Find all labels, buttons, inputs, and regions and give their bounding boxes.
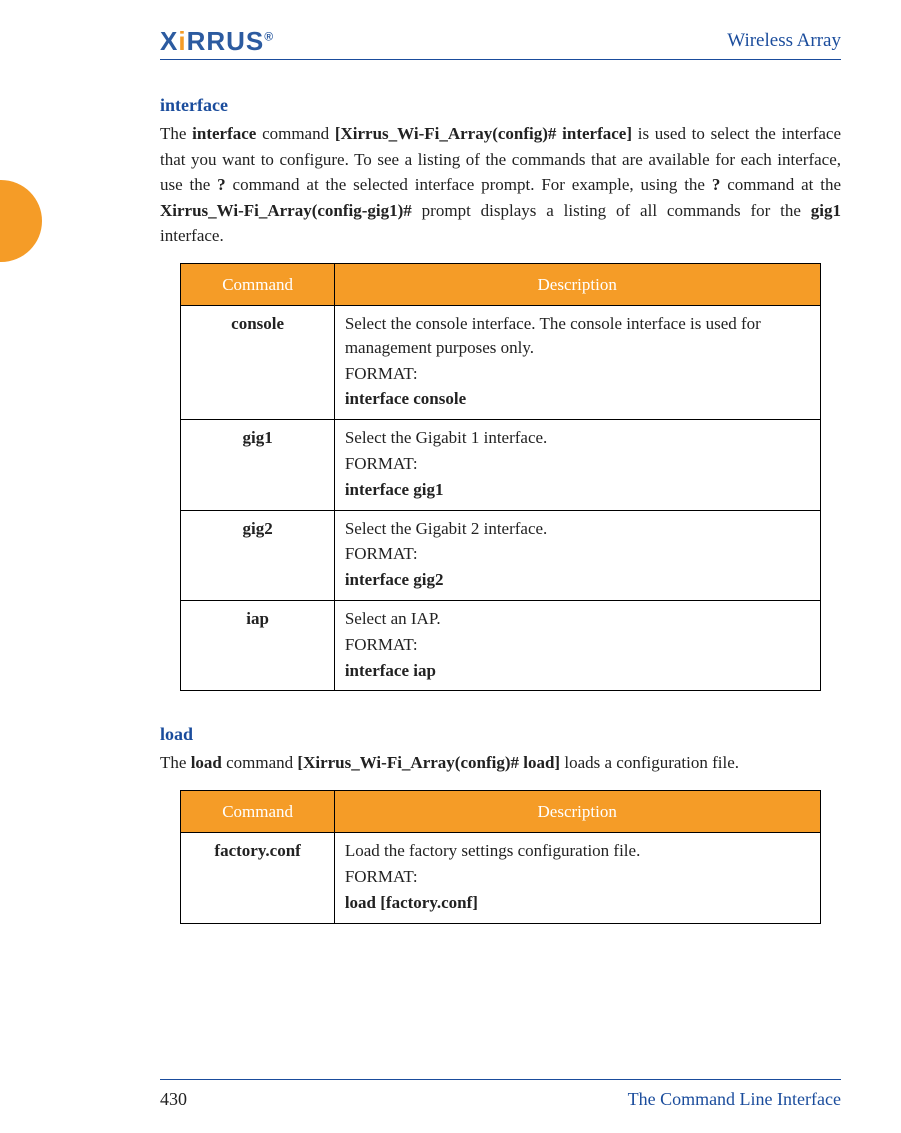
logo-text: XiRRUS®	[160, 22, 274, 61]
interface-paragraph: The interface command [Xirrus_Wi-Fi_Arra…	[160, 121, 841, 249]
logo-dot-icon: i	[178, 26, 186, 56]
logo-pre: X	[160, 26, 178, 56]
logo-post: RRUS	[187, 26, 265, 56]
desc-cell: Select an IAP.FORMAT:interface iap	[334, 600, 820, 690]
table-row: gig1Select the Gigabit 1 interface.FORMA…	[181, 420, 820, 510]
cmd-cell: factory.conf	[181, 833, 334, 923]
desc-cell: Select the console interface. The consol…	[334, 306, 820, 420]
table-row: consoleSelect the console interface. The…	[181, 306, 820, 420]
table-row: iapSelect an IAP.FORMAT:interface iap	[181, 600, 820, 690]
section-heading-interface: interface	[160, 92, 841, 119]
cmd-cell: iap	[181, 600, 334, 690]
cmd-cell: gig2	[181, 510, 334, 600]
desc-cell: Select the Gigabit 1 interface.FORMAT:in…	[334, 420, 820, 510]
interface-table: Command Description consoleSelect the co…	[180, 263, 820, 692]
col-command: Command	[181, 790, 334, 833]
cmd-cell: gig1	[181, 420, 334, 510]
doc-title: Wireless Array	[727, 27, 841, 56]
table-row: factory.confLoad the factory settings co…	[181, 833, 820, 923]
logo-reg: ®	[264, 29, 274, 43]
table-row: gig2Select the Gigabit 2 interface.FORMA…	[181, 510, 820, 600]
col-command: Command	[181, 263, 334, 306]
section-tab	[0, 180, 42, 262]
section-heading-load: load	[160, 721, 841, 748]
brand-logo: XiRRUS®	[160, 25, 274, 57]
page-footer: 430 The Command Line Interface	[160, 1079, 841, 1113]
col-description: Description	[334, 790, 820, 833]
cmd-cell: console	[181, 306, 334, 420]
page-number: 430	[160, 1086, 187, 1113]
page-content: interface The interface command [Xirrus_…	[160, 78, 841, 1079]
page-header: XiRRUS® Wireless Array	[160, 25, 841, 60]
chapter-title: The Command Line Interface	[628, 1086, 841, 1113]
load-paragraph: The load command [Xirrus_Wi-Fi_Array(con…	[160, 750, 841, 776]
desc-cell: Load the factory settings configuration …	[334, 833, 820, 923]
desc-cell: Select the Gigabit 2 interface.FORMAT:in…	[334, 510, 820, 600]
load-table: Command Description factory.confLoad the…	[180, 790, 820, 924]
col-description: Description	[334, 263, 820, 306]
